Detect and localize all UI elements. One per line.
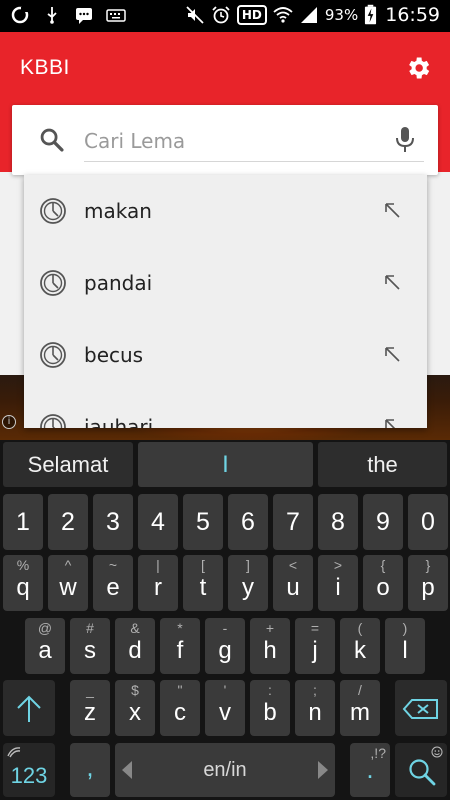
suggestion-text: pandai	[84, 271, 153, 295]
status-bar: HD 93% 16:59	[0, 0, 450, 32]
backspace-key[interactable]	[395, 680, 447, 736]
usb-icon	[47, 7, 57, 24]
key-a[interactable]: @ a	[25, 618, 65, 674]
wifi-icon	[273, 7, 293, 23]
info-icon[interactable]: i	[2, 415, 16, 429]
comma-key[interactable]: ,	[70, 743, 110, 797]
key-2[interactable]: 2	[48, 494, 88, 550]
key-8[interactable]: 8	[318, 494, 358, 550]
key-u[interactable]: < u	[273, 555, 313, 611]
prediction-left[interactable]: Selamat	[3, 442, 133, 487]
key-q[interactable]: % q	[3, 555, 43, 611]
key-h[interactable]: + h	[250, 618, 290, 674]
battery-percent: 93%	[324, 6, 359, 24]
key-t[interactable]: [t	[183, 555, 223, 611]
swipe-logo-icon	[7, 747, 21, 758]
opera-icon	[11, 6, 29, 24]
key-v[interactable]: ' v	[205, 680, 245, 736]
suggestion-item[interactable]: pandai	[24, 247, 427, 319]
history-icon	[40, 198, 66, 224]
history-icon	[40, 414, 66, 428]
hd-badge: HD	[236, 5, 267, 25]
key-5[interactable]: 5	[183, 494, 223, 550]
search-input[interactable]	[84, 125, 364, 157]
key-b[interactable]: :b	[250, 680, 290, 736]
key-w[interactable]: ^ w	[48, 555, 88, 611]
mute-icon	[186, 6, 204, 24]
suggestion-item[interactable]: makan	[24, 175, 427, 247]
shift-arrow-icon	[17, 695, 41, 722]
suggestion-item[interactable]: jauhari	[24, 391, 427, 428]
settings-button[interactable]	[398, 50, 438, 86]
message-icon	[76, 8, 92, 24]
fill-query-arrow-icon[interactable]	[383, 345, 401, 363]
key-1[interactable]: 1	[3, 494, 43, 550]
key-m[interactable]: / m	[340, 680, 380, 736]
suggestion-text: jauhari	[84, 415, 154, 428]
key-i[interactable]: > i	[318, 555, 358, 611]
shift-key[interactable]	[3, 680, 55, 736]
key-z[interactable]: _ z	[70, 680, 110, 736]
battery-charging-icon	[365, 4, 377, 25]
search-icon	[40, 128, 64, 152]
key-0[interactable]: 0	[408, 494, 448, 550]
key-4[interactable]: 4	[138, 494, 178, 550]
prediction-bar: Selamat I the	[0, 440, 450, 490]
key-o[interactable]: {o	[363, 555, 403, 611]
key-3[interactable]: 3	[93, 494, 133, 550]
search-icon	[409, 759, 436, 786]
key-k[interactable]: (k	[340, 618, 380, 674]
alarm-icon	[212, 6, 230, 24]
app-title: KBBI	[20, 56, 70, 79]
key-c[interactable]: " c	[160, 680, 200, 736]
search-underline	[84, 161, 424, 162]
search-action-key[interactable]	[395, 743, 447, 797]
key-s[interactable]: # s	[70, 618, 110, 674]
period-key[interactable]: ,!? .	[350, 743, 390, 797]
fill-query-arrow-icon[interactable]	[383, 273, 401, 291]
suggestion-text: makan	[84, 199, 152, 223]
key-9[interactable]: 9	[363, 494, 403, 550]
clock: 16:59	[385, 4, 440, 26]
language-label: en/in	[203, 759, 247, 781]
fill-query-arrow-icon[interactable]	[383, 201, 401, 219]
history-icon	[40, 270, 66, 296]
suggestion-item[interactable]: becus	[24, 319, 427, 391]
key-g[interactable]: -g	[205, 618, 245, 674]
key-p[interactable]: } p	[408, 555, 448, 611]
prediction-right[interactable]: the	[318, 442, 447, 487]
backspace-icon	[402, 699, 438, 719]
fill-query-arrow-icon[interactable]	[383, 417, 401, 428]
key-6[interactable]: 6	[228, 494, 268, 550]
space-key[interactable]: en/in	[115, 743, 335, 797]
prediction-center[interactable]: I	[138, 442, 313, 487]
signal-icon	[300, 7, 317, 23]
mic-icon[interactable]	[394, 125, 416, 155]
suggestions-dropdown: makan pandai becus jauhari	[24, 175, 427, 428]
history-icon	[40, 342, 66, 368]
symbols-key[interactable]: 123	[3, 743, 55, 797]
keyboard-icon	[106, 9, 126, 22]
suggestion-text: becus	[84, 343, 144, 367]
key-e[interactable]: ~ e	[93, 555, 133, 611]
gear-icon	[409, 57, 430, 79]
soft-keyboard: Selamat I the 1 2 3 4 5 6 7 8 9 0 % q ^ w …	[0, 440, 450, 800]
key-r[interactable]: | r	[138, 555, 178, 611]
key-l[interactable]: ) l	[385, 618, 425, 674]
key-j[interactable]: = j	[295, 618, 335, 674]
key-y[interactable]: ] y	[228, 555, 268, 611]
key-n[interactable]: ; n	[295, 680, 335, 736]
key-d[interactable]: & d	[115, 618, 155, 674]
key-f[interactable]: * f	[160, 618, 200, 674]
search-card	[12, 105, 438, 175]
key-7[interactable]: 7	[273, 494, 313, 550]
key-x[interactable]: $ x	[115, 680, 155, 736]
